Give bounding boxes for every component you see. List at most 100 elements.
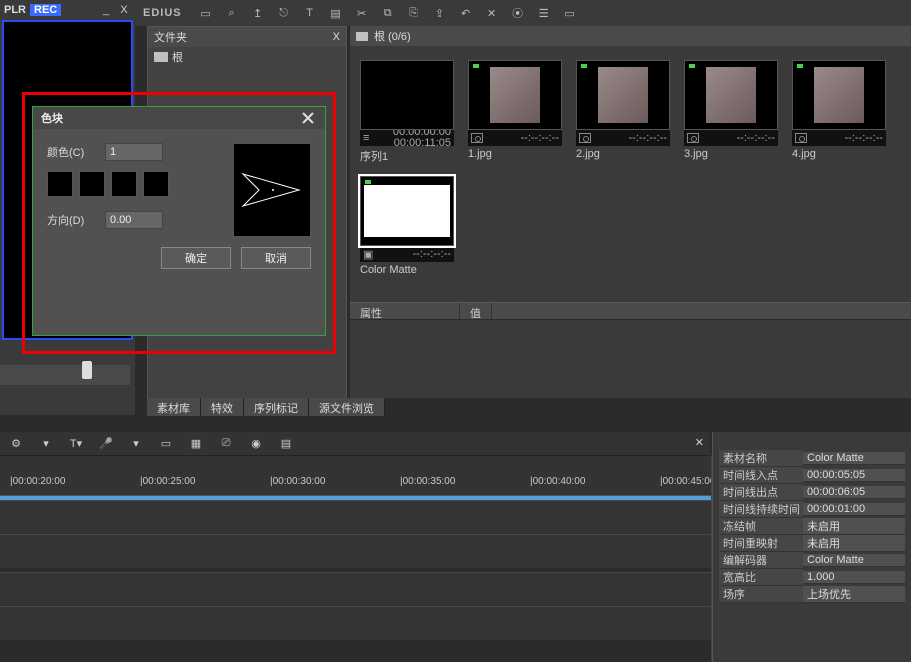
thumb-image: [598, 67, 648, 123]
bin-thumb[interactable]: ≡00:00:00:0000:00:11:05 序列1: [360, 60, 454, 162]
transform-icon[interactable]: ⎋: [276, 5, 292, 21]
options-icon[interactable]: ▭: [562, 5, 578, 21]
thumb-frame[interactable]: [576, 60, 670, 130]
folder-icon[interactable]: ▭: [198, 5, 214, 21]
color-swatch-2[interactable]: [79, 171, 105, 197]
time-tick: |00:00:45:00: [660, 476, 712, 487]
arrow-icon: [239, 170, 305, 210]
info-value: Color Matte: [803, 554, 905, 567]
thumb-frame[interactable]: [360, 176, 454, 246]
import-icon[interactable]: ⇪: [432, 5, 448, 21]
thumb-timecode: --:--:--:--: [413, 248, 451, 260]
text-icon[interactable]: T: [302, 5, 318, 21]
thumb-frame[interactable]: [468, 60, 562, 130]
bin-thumb[interactable]: --:--:--:--1.jpg: [468, 60, 562, 162]
camera-icon: [471, 133, 483, 143]
close-button[interactable]: X: [117, 4, 131, 16]
color-swatch-4[interactable]: [143, 171, 169, 197]
mic-icon[interactable]: 🎤: [98, 436, 114, 452]
record-icon[interactable]: ◉: [248, 436, 264, 452]
window-icon[interactable]: ▤: [278, 436, 294, 452]
folder-panel-title: 文件夹: [154, 29, 187, 45]
grid-icon[interactable]: ▦: [188, 436, 204, 452]
pointer-icon[interactable]: ↥: [250, 5, 266, 21]
zoom-slider-track[interactable]: [0, 365, 130, 385]
info-value: 00:00:05:05: [803, 469, 905, 482]
thumb-matte: [364, 185, 450, 237]
layers-icon[interactable]: ▤: [328, 5, 344, 21]
zoom-slider-handle[interactable]: [82, 361, 92, 379]
info-key: 编解码器: [719, 552, 803, 569]
direction-input[interactable]: [105, 211, 163, 229]
bin-thumb[interactable]: --:--:--:--2.jpg: [576, 60, 670, 162]
align-icon[interactable]: ☰: [536, 5, 552, 21]
bin-body: ≡00:00:00:0000:00:11:05 序列1 --:--:--:--1.j…: [350, 46, 911, 292]
folder-panel-close[interactable]: X: [333, 31, 340, 43]
bin-tab[interactable]: 素材库: [147, 398, 201, 416]
color-count-input[interactable]: [105, 143, 163, 161]
dialog-titlebar[interactable]: 色块: [33, 107, 325, 129]
thumb-label: 3.jpg: [684, 148, 778, 162]
time-tick: |00:00:35:00: [400, 476, 455, 487]
sliders-icon[interactable]: ⎚: [218, 436, 234, 452]
bin-header: 根 (0/6): [350, 26, 911, 46]
color-swatch-1[interactable]: [47, 171, 73, 197]
cut-icon[interactable]: ✕: [484, 5, 500, 21]
text-tool-icon[interactable]: T▾: [68, 436, 84, 452]
paste-icon[interactable]: ⎘: [406, 5, 422, 21]
info-key: 时间线入点: [719, 467, 803, 484]
info-row: 编解码器Color Matte: [719, 552, 905, 569]
track-v2[interactable]: [0, 534, 711, 568]
bin-tab[interactable]: 序列标记: [244, 398, 309, 416]
info-key: 素材名称: [719, 450, 803, 467]
thumb-frame[interactable]: [684, 60, 778, 130]
scissors-icon[interactable]: ✂: [354, 5, 370, 21]
bin-thumb[interactable]: ▣--:--:--:--Color Matte: [360, 176, 454, 278]
info-value: 未启用: [803, 518, 905, 535]
info-row: 时间线出点00:00:06:05: [719, 484, 905, 501]
track-a2[interactable]: [0, 606, 711, 640]
frame-icon[interactable]: ▭: [158, 436, 174, 452]
timeline-close-button[interactable]: ✕: [695, 436, 704, 449]
thumb-frame[interactable]: [360, 60, 454, 130]
ok-button[interactable]: 确定: [161, 247, 231, 269]
gear-icon[interactable]: ⚙: [8, 436, 24, 452]
time-ruler[interactable]: |00:00:20:00|00:00:25:00|00:00:30:00|00:…: [0, 456, 711, 496]
thumb-info: ≡00:00:00:0000:00:11:05: [360, 130, 454, 146]
thumb-timecode: --:--:--:--: [629, 132, 667, 144]
minimize-button[interactable]: _: [99, 4, 113, 16]
bin-tab[interactable]: 特效: [201, 398, 244, 416]
folder-root-item[interactable]: 根: [148, 47, 346, 67]
thumb-image: [706, 67, 756, 123]
thumb-timecode: --:--:--:--: [737, 132, 775, 144]
thumb-info: --:--:--:--: [468, 130, 562, 146]
copy-icon[interactable]: ⧉: [380, 5, 396, 21]
thumb-label: 序列1: [360, 148, 454, 162]
online-dot: [365, 180, 371, 184]
group-icon[interactable]: ⦿: [510, 5, 526, 21]
track-a1[interactable]: [0, 572, 711, 606]
folder-icon: [154, 52, 168, 62]
thumb-info: ▣--:--:--:--: [360, 246, 454, 262]
thumb-image: [814, 67, 864, 123]
chevron-down-icon[interactable]: ▾: [128, 436, 144, 452]
info-key: 时间线出点: [719, 484, 803, 501]
thumb-info: --:--:--:--: [792, 130, 886, 146]
color-swatch-3[interactable]: [111, 171, 137, 197]
thumb-timecode: --:--:--:--: [521, 132, 559, 144]
bin-thumb[interactable]: --:--:--:-- 3.jpg: [684, 60, 778, 162]
thumb-info: --:--:--:--: [576, 130, 670, 146]
dialog-close-button[interactable]: [299, 110, 317, 126]
online-dot: [689, 64, 695, 68]
magnifier-icon[interactable]: ⌕: [224, 5, 240, 21]
cancel-button[interactable]: 取消: [241, 247, 311, 269]
gradient-preview: [233, 143, 311, 237]
bin-thumb[interactable]: --:--:--:--4.jpg: [792, 60, 886, 162]
info-row: 时间重映射未启用: [719, 535, 905, 552]
chevron-down-icon[interactable]: ▾: [38, 436, 54, 452]
bin-tab[interactable]: 源文件浏览: [309, 398, 385, 416]
thumb-frame[interactable]: [792, 60, 886, 130]
track-v1[interactable]: [0, 500, 711, 534]
info-key: 场序: [719, 586, 803, 603]
undo-icon[interactable]: ↶: [458, 5, 474, 21]
